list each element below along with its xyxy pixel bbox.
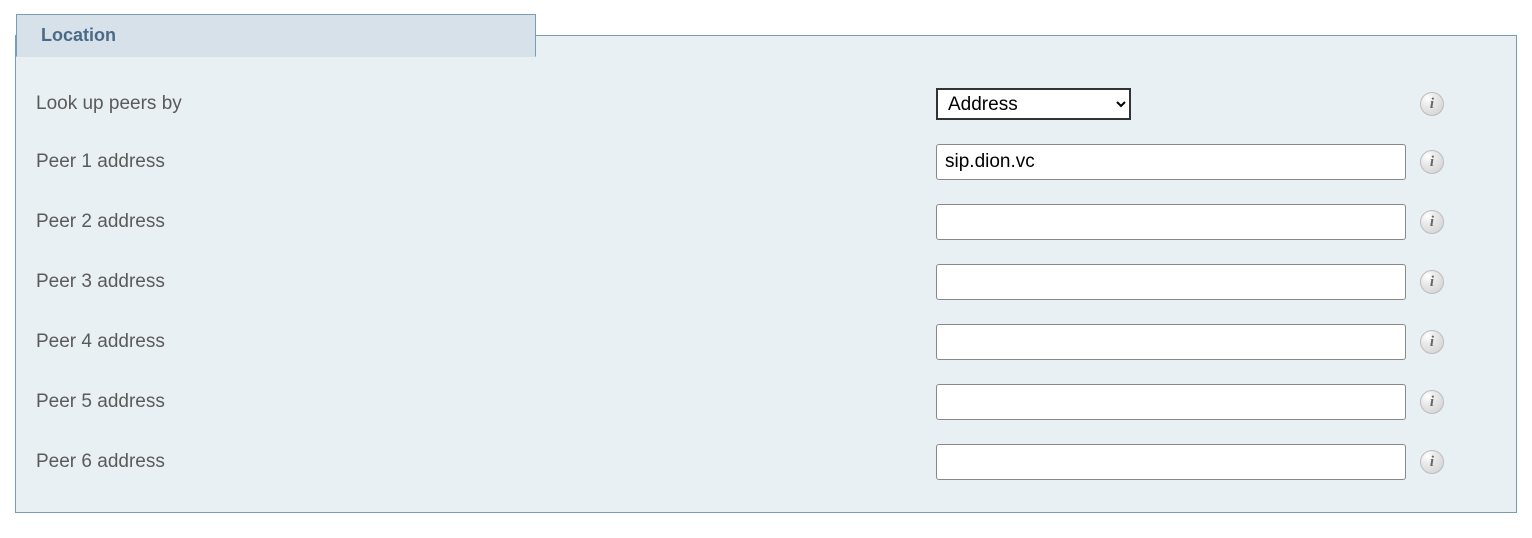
peer-1-label: Peer 1 address bbox=[36, 151, 936, 173]
lookup-control: Address bbox=[936, 88, 1406, 120]
peer-row-3: Peer 3 address i bbox=[36, 252, 1496, 312]
peer-row-5: Peer 5 address i bbox=[36, 372, 1496, 432]
section-title: Location bbox=[16, 14, 536, 57]
peer-5-input[interactable] bbox=[936, 384, 1406, 420]
peer-3-label: Peer 3 address bbox=[36, 271, 936, 293]
info-icon[interactable]: i bbox=[1420, 92, 1444, 116]
info-icon[interactable]: i bbox=[1420, 270, 1444, 294]
lookup-select[interactable]: Address bbox=[936, 88, 1131, 120]
peer-6-label: Peer 6 address bbox=[36, 451, 936, 473]
lookup-row: Look up peers by Address i bbox=[36, 76, 1496, 132]
peer-row-2: Peer 2 address i bbox=[36, 192, 1496, 252]
peer-4-input[interactable] bbox=[936, 324, 1406, 360]
info-icon[interactable]: i bbox=[1420, 450, 1444, 474]
peer-2-input[interactable] bbox=[936, 204, 1406, 240]
lookup-label: Look up peers by bbox=[36, 93, 936, 115]
peer-2-label: Peer 2 address bbox=[36, 211, 936, 233]
info-icon[interactable]: i bbox=[1420, 330, 1444, 354]
location-section: Location Look up peers by Address i Peer… bbox=[15, 35, 1517, 513]
info-icon[interactable]: i bbox=[1420, 150, 1444, 174]
peer-6-input[interactable] bbox=[936, 444, 1406, 480]
peer-1-input[interactable] bbox=[936, 144, 1406, 180]
peer-row-1: Peer 1 address i bbox=[36, 132, 1496, 192]
peer-5-label: Peer 5 address bbox=[36, 391, 936, 413]
info-icon[interactable]: i bbox=[1420, 390, 1444, 414]
peer-row-6: Peer 6 address i bbox=[36, 432, 1496, 492]
info-icon[interactable]: i bbox=[1420, 210, 1444, 234]
peer-4-label: Peer 4 address bbox=[36, 331, 936, 353]
peer-3-input[interactable] bbox=[936, 264, 1406, 300]
peer-row-4: Peer 4 address i bbox=[36, 312, 1496, 372]
